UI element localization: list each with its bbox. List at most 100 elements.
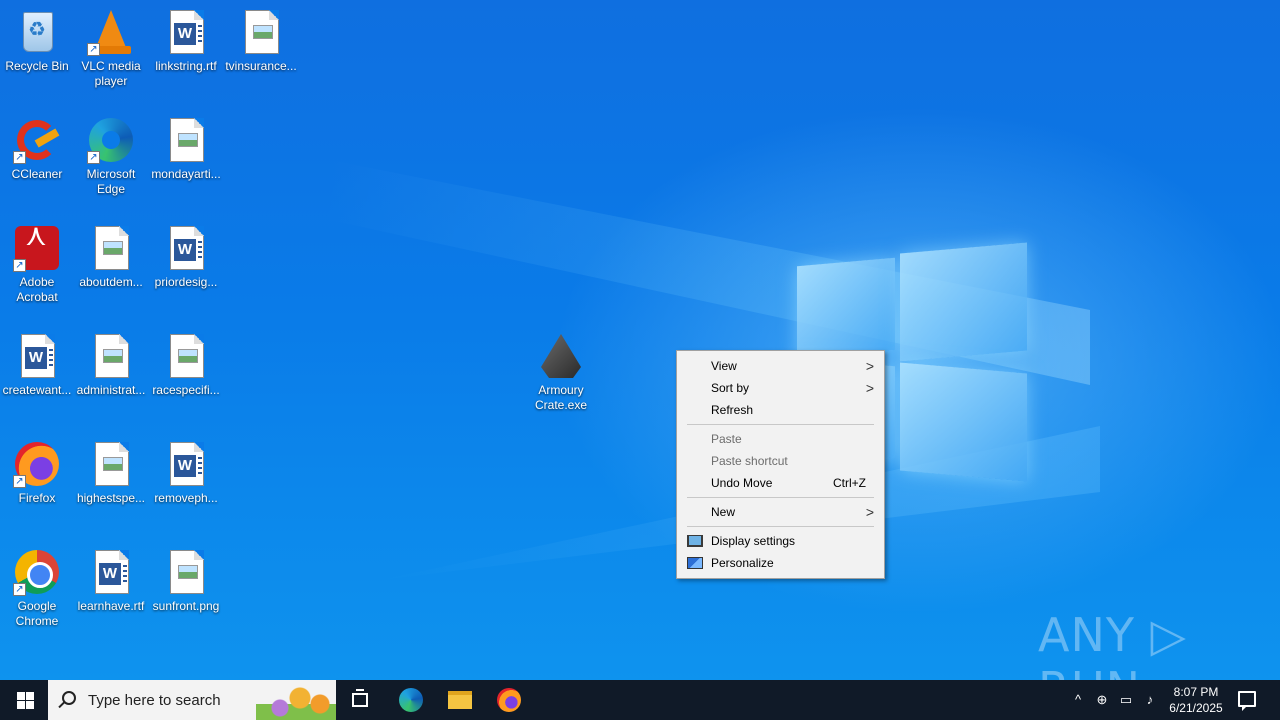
word-document-icon: W (95, 550, 129, 594)
icon-label: tvinsurance... (225, 59, 297, 73)
chevron-up-icon[interactable]: ^ (1070, 692, 1086, 708)
taskbar: Type here to search ^ ⊕ ▭ ♪ 8:07 PM 6/21… (0, 680, 1280, 720)
chevron-right-icon: > (865, 380, 874, 396)
desktop-icon-tvinsurance[interactable]: tvinsurance... (224, 8, 298, 74)
icon-label: racespecifi... (152, 383, 220, 397)
menu-item-label: View (711, 359, 737, 373)
menu-item-label: Paste shortcut (711, 454, 788, 468)
search-highlight-image (256, 680, 336, 720)
chevron-right-icon: > (865, 358, 874, 374)
menu-item-personalize[interactable]: Personalize (677, 552, 884, 574)
word-document-icon: W (170, 226, 204, 270)
desktop-icon-administrat[interactable]: administrat... (74, 332, 148, 398)
taskbar-clock[interactable]: 8:07 PM 6/21/2025 (1160, 684, 1232, 716)
shortcut-arrow-icon: ↗ (87, 43, 100, 56)
menu-item-undo-move[interactable]: Undo Move Ctrl+Z (677, 472, 884, 494)
taskbar-firefox-button[interactable] (485, 680, 533, 720)
anyrun-watermark: ANY ▷ RUN (1038, 608, 1187, 680)
menu-separator (687, 526, 874, 527)
menu-item-label: New (711, 505, 736, 519)
menu-item-accelerator: Ctrl+Z (833, 476, 866, 490)
menu-item-view[interactable]: View > (677, 355, 884, 377)
wallpaper-logo-pane (900, 362, 1027, 482)
task-view-button[interactable] (336, 680, 384, 720)
clock-date: 6/21/2025 (1169, 701, 1223, 715)
menu-separator (687, 497, 874, 498)
menu-item-label: Sort by (711, 381, 750, 395)
desktop[interactable]: Recycle Bin ↗ CCleaner ↗ Adobe Acrobat W… (0, 0, 1280, 680)
notification-center-icon[interactable] (1238, 691, 1256, 711)
taskbar-file-explorer-button[interactable] (436, 680, 484, 720)
word-document-icon: W (170, 442, 204, 486)
menu-item-label: Paste (711, 432, 742, 446)
desktop-icon-adobe-acrobat[interactable]: ↗ Adobe Acrobat (0, 224, 74, 305)
image-file-icon (95, 442, 129, 486)
icon-label: Google Chrome (15, 599, 59, 628)
menu-item-refresh[interactable]: Refresh (677, 399, 884, 421)
shortcut-arrow-icon: ↗ (13, 475, 26, 488)
shortcut-arrow-icon: ↗ (13, 259, 26, 272)
windows-logo-icon (26, 692, 34, 700)
desktop-icon-racespecifi[interactable]: racespecifi... (149, 332, 223, 398)
tray-app-icon[interactable]: ⊕ (1094, 692, 1110, 708)
desktop-icon-microsoft-edge[interactable]: ↗ Microsoft Edge (74, 116, 148, 197)
start-button[interactable] (0, 680, 48, 720)
firefox-icon (497, 688, 521, 712)
desktop-icon-highestspe[interactable]: highestspe... (74, 440, 148, 506)
network-icon[interactable]: ▭ (1118, 692, 1134, 708)
icon-label: mondayarti... (151, 167, 221, 181)
taskbar-edge-button[interactable] (387, 680, 435, 720)
armoury-crate-icon (541, 334, 581, 378)
desktop-icon-recycle-bin[interactable]: Recycle Bin (0, 8, 74, 74)
icon-label: VLC media player (81, 59, 141, 88)
menu-item-label: Display settings (711, 534, 796, 548)
icon-label: linkstring.rtf (155, 59, 217, 73)
icon-label: highestspe... (76, 491, 146, 505)
shortcut-arrow-icon: ↗ (87, 151, 100, 164)
windows-logo-icon (26, 701, 34, 709)
icon-label: administrat... (76, 383, 146, 397)
personalize-icon (687, 557, 703, 569)
volume-icon[interactable]: ♪ (1142, 692, 1158, 708)
desktop-icon-sunfront[interactable]: sunfront.png (149, 548, 223, 614)
desktop-icon-ccleaner[interactable]: ↗ CCleaner (0, 116, 74, 182)
system-tray: ^ ⊕ ▭ ♪ (1060, 680, 1160, 720)
chevron-right-icon: > (865, 504, 874, 520)
image-file-icon (170, 334, 204, 378)
desktop-icon-aboutdem[interactable]: aboutdem... (74, 224, 148, 290)
desktop-icon-firefox[interactable]: ↗ Firefox (0, 440, 74, 506)
menu-item-new[interactable]: New > (677, 501, 884, 523)
desktop-icon-removeph[interactable]: W removeph... (149, 440, 223, 506)
icon-label: learnhave.rtf (77, 599, 145, 613)
task-view-icon (352, 689, 368, 707)
icon-label: Firefox (18, 491, 56, 505)
shortcut-arrow-icon: ↗ (13, 151, 26, 164)
icon-label: priordesig... (154, 275, 218, 289)
desktop-icon-createwant[interactable]: W createwant... (0, 332, 74, 398)
desktop-icon-armoury-crate[interactable]: Armoury Crate.exe (524, 332, 598, 413)
desktop-context-menu: View > Sort by > Refresh Paste Paste sho… (676, 350, 885, 579)
desktop-icon-vlc[interactable]: ↗ VLC media player (74, 8, 148, 89)
desktop-icon-priordesig[interactable]: W priordesig... (149, 224, 223, 290)
menu-item-paste[interactable]: Paste (677, 428, 884, 450)
menu-item-sort-by[interactable]: Sort by > (677, 377, 884, 399)
menu-item-label: Personalize (711, 556, 774, 570)
clock-time: 8:07 PM (1173, 685, 1219, 699)
icon-label: removeph... (154, 491, 218, 505)
word-document-icon: W (170, 10, 204, 54)
image-file-icon (95, 334, 129, 378)
menu-item-display-settings[interactable]: Display settings (677, 530, 884, 552)
recycle-bin-icon (23, 12, 53, 52)
desktop-icon-linkstring[interactable]: W linkstring.rtf (149, 8, 223, 74)
icon-label: Adobe Acrobat (16, 275, 58, 304)
word-badge: W (25, 347, 47, 369)
image-file-icon (95, 226, 129, 270)
taskbar-search-box[interactable]: Type here to search (48, 680, 336, 720)
menu-item-paste-shortcut[interactable]: Paste shortcut (677, 450, 884, 472)
desktop-icon-mondayarti[interactable]: mondayarti... (149, 116, 223, 182)
search-placeholder: Type here to search (88, 692, 221, 709)
desktop-icon-google-chrome[interactable]: ↗ Google Chrome (0, 548, 74, 629)
image-file-icon (170, 550, 204, 594)
shortcut-arrow-icon: ↗ (13, 583, 26, 596)
desktop-icon-learnhave[interactable]: W learnhave.rtf (74, 548, 148, 614)
